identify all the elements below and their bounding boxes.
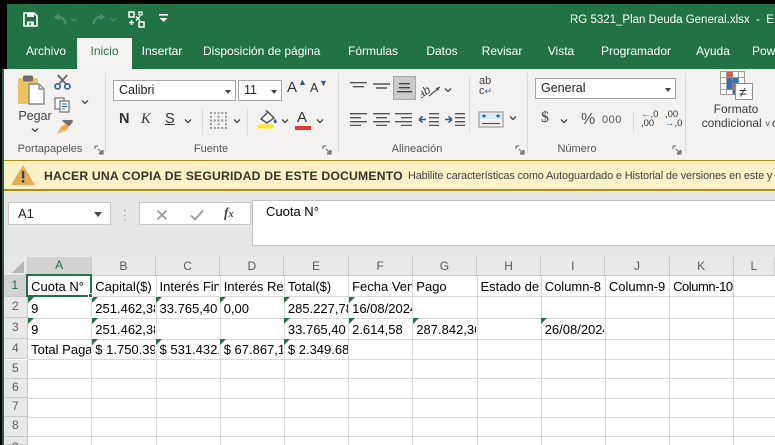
svg-text:ab: ab [421, 84, 434, 99]
svg-text:≠: ≠ [739, 84, 747, 100]
